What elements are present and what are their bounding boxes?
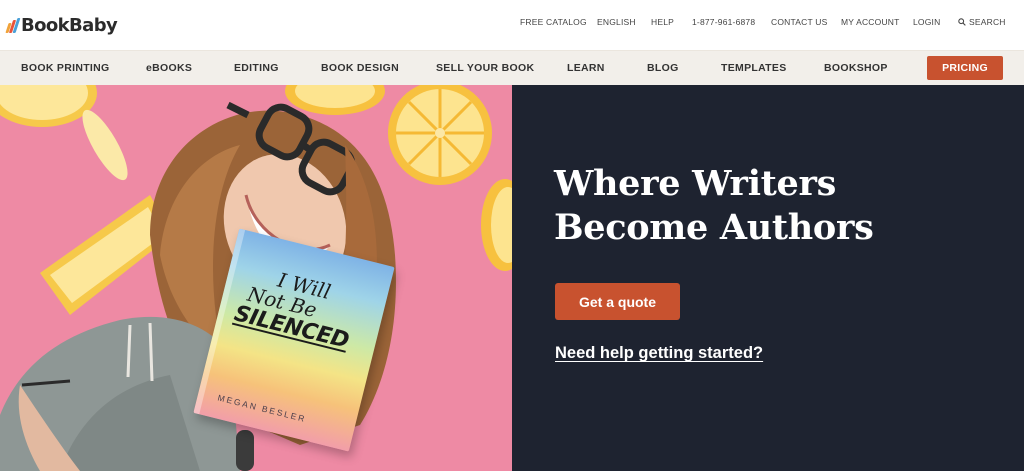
utility-phone[interactable]: 1-877-961-6878 [692, 17, 755, 27]
nav-editing[interactable]: EDITING [234, 62, 279, 74]
hero-headline: Where Writers Become Authors [554, 162, 994, 250]
hero-headline-line-2: Become Authors [554, 207, 874, 248]
main-nav: BOOK PRINTING eBOOKS EDITING BOOK DESIGN… [0, 50, 1024, 85]
top-bar: BookBaby FREE CATALOG ENGLISH HELP 1-877… [0, 0, 1024, 50]
search-icon [958, 18, 966, 26]
nav-sell-your-book[interactable]: SELL YOUR BOOK [436, 62, 534, 74]
help-getting-started-link[interactable]: Need help getting started? [555, 344, 763, 363]
hero: I Will Not Be SILENCED MEGAN BESLER Wher… [0, 85, 1024, 471]
nav-book-printing[interactable]: BOOK PRINTING [21, 62, 109, 74]
utility-nav: FREE CATALOG ENGLISH HELP 1-877-961-6878… [0, 17, 1024, 31]
utility-search[interactable]: SEARCH [958, 17, 1006, 27]
hero-headline-line-1: Where Writers [554, 163, 837, 204]
nav-learn[interactable]: LEARN [567, 62, 605, 74]
utility-free-catalog[interactable]: FREE CATALOG [520, 17, 587, 27]
book-author: MEGAN BESLER [216, 392, 308, 425]
utility-login[interactable]: LOGIN [913, 17, 940, 27]
utility-help[interactable]: HELP [651, 17, 674, 27]
book-title: I Will Not Be SILENCED [230, 261, 382, 358]
nav-templates[interactable]: TEMPLATES [721, 62, 787, 74]
search-label: SEARCH [969, 17, 1006, 27]
pricing-button[interactable]: PRICING [927, 56, 1003, 80]
utility-contact-us[interactable]: CONTACT US [771, 17, 827, 27]
nav-ebooks[interactable]: eBOOKS [146, 62, 192, 74]
hero-photo: I Will Not Be SILENCED MEGAN BESLER [0, 85, 512, 471]
utility-language[interactable]: ENGLISH [597, 17, 636, 27]
nav-blog[interactable]: BLOG [647, 62, 679, 74]
nav-book-design[interactable]: BOOK DESIGN [321, 62, 399, 74]
get-a-quote-button[interactable]: Get a quote [555, 283, 680, 320]
utility-my-account[interactable]: MY ACCOUNT [841, 17, 900, 27]
hero-panel [512, 85, 1024, 471]
nav-bookshop[interactable]: BOOKSHOP [824, 62, 888, 74]
